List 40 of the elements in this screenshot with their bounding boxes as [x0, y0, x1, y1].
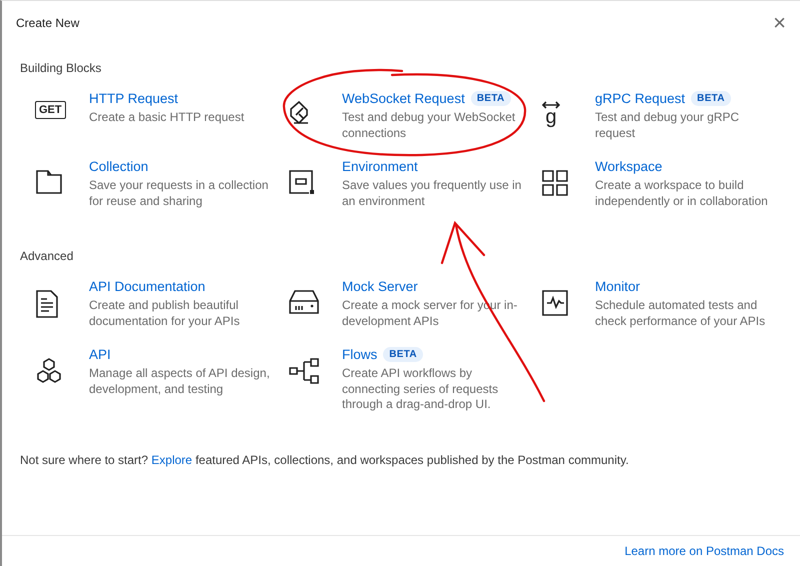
document-icon — [35, 289, 59, 319]
item-description: Manage all aspects of API design, development, and testing — [89, 366, 271, 397]
item-description: Save your requests in a collection for reuse and sharing — [89, 178, 270, 209]
item-title-link[interactable]: Monitor — [595, 278, 640, 294]
grid-icon — [541, 169, 569, 197]
item-title-link[interactable]: gRPC Request — [595, 90, 686, 106]
close-button[interactable]: × — [769, 12, 790, 34]
monitor-icon — [541, 289, 569, 317]
beta-badge: BETA — [470, 90, 511, 106]
item-description: Create API workflows by connecting series of requests through a drag-and-drop UI. — [342, 366, 500, 412]
item-title-link[interactable]: Workspace — [595, 158, 662, 174]
item-title-link[interactable]: Mock Server — [342, 278, 418, 294]
item-description: Test and debug your WebSocket connections — [342, 110, 516, 141]
section-heading: Advanced — [20, 249, 74, 263]
beta-badge: BETA — [691, 90, 731, 106]
server-icon — [288, 289, 320, 315]
item-title-link[interactable]: Flows — [342, 346, 378, 362]
environment-icon — [288, 169, 316, 195]
dialog-title: Create New — [16, 16, 80, 30]
item-description: Save values you frequently use in an environment — [342, 178, 522, 209]
beta-badge: BETA — [383, 346, 423, 362]
item-description: Schedule automated tests and check performance of your APIs — [595, 298, 766, 329]
item-title-link[interactable]: Collection — [89, 158, 148, 174]
item-title-link[interactable]: WebSocket Request — [342, 90, 465, 106]
item-title-link[interactable]: Environment — [342, 158, 418, 174]
hexagons-icon — [35, 357, 63, 385]
item-title-link[interactable]: HTTP Request — [89, 90, 178, 106]
get-icon: GET — [35, 101, 66, 119]
folder-icon — [35, 169, 63, 195]
item-description: Test and debug your gRPC request — [595, 110, 740, 141]
item-title-link[interactable]: API — [89, 346, 111, 362]
item-title-link[interactable]: API Documentation — [89, 278, 206, 294]
docs-link[interactable]: Learn more on Postman Docs — [624, 544, 784, 558]
explore-link[interactable]: Explore — [151, 452, 192, 466]
item-description: Create a basic HTTP request — [89, 110, 246, 126]
flow-icon — [288, 357, 320, 385]
item-description: Create a workspace to build independently or in collaboration — [595, 178, 769, 209]
section-heading: Building Blocks — [20, 61, 102, 75]
item-description: Create and publish beautiful documentation for your APIs — [89, 298, 241, 329]
hint-text: Not sure where to start? Explore featured APIs, collections, and workspaces published by the Postman community. — [20, 452, 630, 466]
